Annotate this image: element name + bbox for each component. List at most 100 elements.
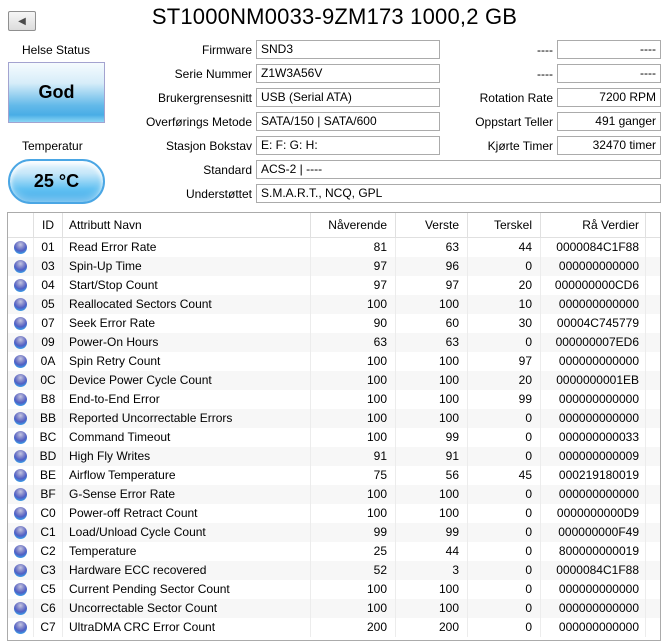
- table-row[interactable]: C5 Current Pending Sector Count 100 100 0 000…: [8, 580, 660, 599]
- cell-raw-values: 000000000F49: [541, 523, 646, 542]
- cell-attribute-name: Airflow Temperature: [63, 466, 311, 485]
- cell-raw-values: 000000000033: [541, 428, 646, 447]
- cell-id: 03: [34, 257, 63, 276]
- cell-current: 100: [311, 485, 396, 504]
- table-row[interactable]: C1 Load/Unload Cycle Count 99 99 0 000000000F…: [8, 523, 660, 542]
- cell-threshold: 0: [468, 333, 541, 352]
- field-right-0-value: ----: [557, 40, 661, 59]
- field-left-6-value: S.M.A.R.T., NCQ, GPL: [256, 184, 661, 203]
- table-row[interactable]: C7 UltraDMA CRC Error Count 200 200 0 0000000…: [8, 618, 660, 637]
- cell-current: 91: [311, 447, 396, 466]
- status-cell: [8, 371, 34, 390]
- cell-worst: 100: [396, 295, 468, 314]
- cell-filler: [646, 314, 660, 333]
- cell-attribute-name: UltraDMA CRC Error Count: [63, 618, 311, 637]
- cell-worst: 60: [396, 314, 468, 333]
- table-row[interactable]: B8 End-to-End Error 100 100 99 000000000000: [8, 390, 660, 409]
- cell-attribute-name: Reallocated Sectors Count: [63, 295, 311, 314]
- status-cell: [8, 561, 34, 580]
- cell-filler: [646, 390, 660, 409]
- cell-current: 90: [311, 314, 396, 333]
- cell-current: 97: [311, 257, 396, 276]
- smart-table-body: 01 Read Error Rate 81 63 44 0000084C1F88 03 Spi…: [8, 238, 660, 637]
- cell-raw-values: 000000000000: [541, 485, 646, 504]
- cell-id: 01: [34, 238, 63, 257]
- status-cell: [8, 314, 34, 333]
- table-row[interactable]: BD High Fly Writes 91 91 0 000000000009: [8, 447, 660, 466]
- table-row[interactable]: 07 Seek Error Rate 90 60 30 00004C745779: [8, 314, 660, 333]
- cell-filler: [646, 371, 660, 390]
- cell-current: 100: [311, 580, 396, 599]
- cell-raw-values: 000000000000: [541, 257, 646, 276]
- field-right-2-row: Rotation Rate 7200 RPM: [0, 88, 661, 107]
- cell-id: C1: [34, 523, 63, 542]
- cell-current: 100: [311, 371, 396, 390]
- cell-filler: [646, 447, 660, 466]
- table-row[interactable]: 05 Reallocated Sectors Count 100 100 10 00000…: [8, 295, 660, 314]
- cell-current: 100: [311, 599, 396, 618]
- table-row[interactable]: C0 Power-off Retract Count 100 100 0 00000000…: [8, 504, 660, 523]
- cell-current: 63: [311, 333, 396, 352]
- cell-worst: 100: [396, 599, 468, 618]
- cell-threshold: 0: [468, 504, 541, 523]
- table-row[interactable]: BB Reported Uncorrectable Errors 100 100 0 00…: [8, 409, 660, 428]
- status-ok-icon: [14, 507, 27, 520]
- table-row[interactable]: BC Command Timeout 100 99 0 000000000033: [8, 428, 660, 447]
- table-row[interactable]: 03 Spin-Up Time 97 96 0 000000000000: [8, 257, 660, 276]
- status-ok-icon: [14, 336, 27, 349]
- status-cell: [8, 428, 34, 447]
- cell-id: 07: [34, 314, 63, 333]
- status-cell: [8, 352, 34, 371]
- status-cell: [8, 238, 34, 257]
- cell-worst: 99: [396, 428, 468, 447]
- field-right-1-value: ----: [557, 64, 661, 83]
- status-ok-icon: [14, 583, 27, 596]
- cell-attribute-name: Uncorrectable Sector Count: [63, 599, 311, 618]
- status-ok-icon: [14, 393, 27, 406]
- cell-current: 100: [311, 428, 396, 447]
- table-row[interactable]: BF G-Sense Error Rate 100 100 0 000000000000: [8, 485, 660, 504]
- table-row[interactable]: 0A Spin Retry Count 100 100 97 000000000000: [8, 352, 660, 371]
- field-right-4-value: 32470 timer: [557, 136, 661, 155]
- cell-id: 09: [34, 333, 63, 352]
- table-row[interactable]: C2 Temperature 25 44 0 800000000019: [8, 542, 660, 561]
- table-row[interactable]: 09 Power-On Hours 63 63 0 000000007ED6: [8, 333, 660, 352]
- cell-attribute-name: Load/Unload Cycle Count: [63, 523, 311, 542]
- field-left-5-value: ACS-2 | ----: [256, 160, 661, 179]
- cell-id: C2: [34, 542, 63, 561]
- cell-worst: 200: [396, 618, 468, 637]
- header-col-attribute-name: Attributt Navn: [63, 213, 311, 238]
- field-right-4-label: Kjørte Timer: [487, 138, 553, 153]
- cell-worst: 100: [396, 352, 468, 371]
- status-cell: [8, 295, 34, 314]
- status-cell: [8, 333, 34, 352]
- cell-id: C5: [34, 580, 63, 599]
- cell-threshold: 20: [468, 371, 541, 390]
- table-row[interactable]: BE Airflow Temperature 75 56 45 000219180019: [8, 466, 660, 485]
- cell-threshold: 97: [468, 352, 541, 371]
- cell-threshold: 45: [468, 466, 541, 485]
- field-left-6-row: Understøttet S.M.A.R.T., NCQ, GPL: [0, 184, 661, 203]
- field-right-4-row: Kjørte Timer 32470 timer: [0, 136, 661, 155]
- cell-worst: 99: [396, 523, 468, 542]
- field-right-0-row: ---- ----: [0, 40, 661, 59]
- cell-id: C3: [34, 561, 63, 580]
- cell-raw-values: 000000000000: [541, 618, 646, 637]
- cell-id: BE: [34, 466, 63, 485]
- cell-current: 100: [311, 390, 396, 409]
- table-row[interactable]: C6 Uncorrectable Sector Count 100 100 0 00000…: [8, 599, 660, 618]
- cell-threshold: 99: [468, 390, 541, 409]
- cell-worst: 100: [396, 485, 468, 504]
- cell-filler: [646, 561, 660, 580]
- cell-filler: [646, 409, 660, 428]
- cell-filler: [646, 580, 660, 599]
- table-row[interactable]: 01 Read Error Rate 81 63 44 0000084C1F88: [8, 238, 660, 257]
- cell-attribute-name: Device Power Cycle Count: [63, 371, 311, 390]
- table-row[interactable]: C3 Hardware ECC recovered 52 3 0 0000084C1F88: [8, 561, 660, 580]
- cell-raw-values: 00004C745779: [541, 314, 646, 333]
- table-row[interactable]: 0C Device Power Cycle Count 100 100 20 000000…: [8, 371, 660, 390]
- table-row[interactable]: 04 Start/Stop Count 97 97 20 000000000CD6: [8, 276, 660, 295]
- cell-attribute-name: Power-On Hours: [63, 333, 311, 352]
- cell-id: 0C: [34, 371, 63, 390]
- cell-threshold: 0: [468, 257, 541, 276]
